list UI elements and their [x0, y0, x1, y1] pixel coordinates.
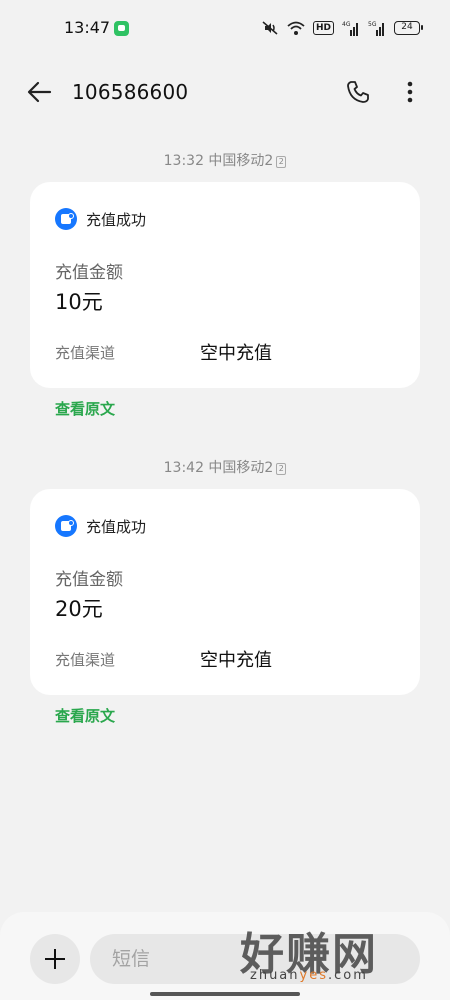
status-bar: 13:47 HD 4G 5G 24: [0, 0, 450, 56]
sim-card-icon: 2: [276, 156, 287, 168]
signal-icon-2: 5G: [368, 21, 384, 36]
amount-value: 10元: [55, 290, 103, 314]
message-timestamp: 13:32 中国移动2 2: [0, 150, 450, 170]
service-app-icon: [55, 208, 77, 230]
signal-icon: 4G: [342, 21, 358, 36]
phone-icon[interactable]: [344, 78, 372, 106]
view-original-link[interactable]: 查看原文: [55, 705, 115, 726]
conversation-header: 106586600: [0, 68, 450, 116]
recharge-message-card[interactable]: 充值成功 充值金额 10元 充值渠道 空中充值: [30, 182, 420, 388]
card-header: 充值成功: [55, 515, 146, 537]
more-vertical-icon[interactable]: [396, 78, 424, 106]
wifi-icon: [287, 21, 305, 35]
channel-label: 充值渠道: [55, 344, 116, 362]
status-time: 13:47: [64, 18, 111, 37]
timestamp-text: 13:32 中国移动2: [163, 153, 274, 169]
recharge-message-card[interactable]: 充值成功 充值金额 20元 充值渠道 空中充值: [30, 489, 420, 695]
contact-number: 106586600: [72, 80, 189, 104]
channel-value: 空中充值: [200, 650, 272, 671]
service-app-icon: [55, 515, 77, 537]
network-label-5g: 5G: [368, 21, 377, 28]
channel-label: 充值渠道: [55, 651, 116, 669]
view-original-link[interactable]: 查看原文: [55, 398, 115, 419]
screen: 13:47 HD 4G 5G 24 106586600 13:32 中国移动2 …: [0, 0, 450, 1000]
hd-icon: HD: [312, 21, 334, 35]
amount-label: 充值金额: [55, 570, 123, 590]
amount-label: 充值金额: [55, 263, 123, 283]
back-arrow-icon[interactable]: [26, 78, 54, 106]
home-indicator[interactable]: [150, 992, 300, 996]
message-timestamp: 13:42 中国移动2 2: [0, 457, 450, 477]
channel-value: 空中充值: [200, 343, 272, 364]
message-input[interactable]: [90, 934, 420, 984]
card-title: 充值成功: [86, 517, 147, 536]
amount-value: 20元: [55, 597, 103, 621]
status-icons: HD 4G 5G 24: [261, 18, 423, 38]
battery-icon: 24: [394, 21, 423, 35]
sim-card-icon: 2: [276, 463, 287, 475]
card-header: 充值成功: [55, 208, 146, 230]
network-label-4g: 4G: [342, 21, 351, 28]
card-title: 充值成功: [86, 210, 147, 229]
add-attachment-button[interactable]: [30, 934, 80, 984]
mute-icon: [262, 21, 278, 35]
message-app-icon: [114, 21, 129, 36]
composer-bar: [0, 912, 450, 1000]
timestamp-text: 13:42 中国移动2: [163, 460, 274, 476]
